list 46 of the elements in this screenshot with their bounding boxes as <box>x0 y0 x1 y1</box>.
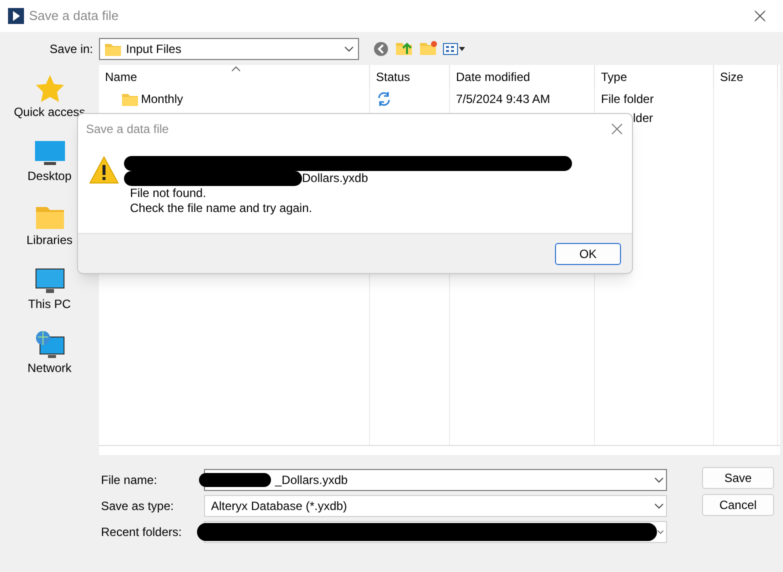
sidebar-item[interactable]: This PC <box>2 265 98 313</box>
sync-arrows-icon <box>376 90 392 106</box>
star-icon <box>34 73 66 103</box>
field-label: Recent folders: <box>100 524 183 541</box>
column-header[interactable]: Status <box>370 65 450 89</box>
chevron-down-icon <box>657 529 664 535</box>
app-logo-icon <box>8 8 24 24</box>
column-header[interactable]: Name <box>99 65 370 89</box>
column-header[interactable]: Date modified <box>450 65 595 89</box>
field-label: Save in: <box>48 41 94 58</box>
new-folder-icon <box>419 40 437 58</box>
folder-icon <box>104 41 122 57</box>
table-cell: File folder <box>601 92 654 106</box>
file-type-dropdown[interactable]: Alteryx Database (*.yxdb) <box>204 495 667 517</box>
file-name-text: Dollars.yxdb <box>302 171 368 186</box>
file-name[interactable]: Monthly <box>141 90 184 108</box>
field-label: Save as type: <box>100 498 175 515</box>
column-header[interactable]: Size <box>714 65 778 89</box>
ok-button[interactable]: OK <box>555 242 621 264</box>
chevron-down-icon <box>654 477 664 483</box>
new-folder-button[interactable] <box>419 40 437 58</box>
globe-monitor-icon <box>34 329 66 359</box>
view-grid-icon <box>443 43 465 55</box>
close-icon <box>611 123 623 135</box>
message-text: File not found. <box>130 186 206 200</box>
sidebar-item[interactable]: Network <box>2 329 98 377</box>
dialog-button[interactable]: Cancel <box>702 494 774 516</box>
sort-caret-icon <box>231 66 241 72</box>
chevron-down-icon <box>654 503 664 509</box>
table-cell: lder <box>633 110 654 124</box>
chevron-down-icon <box>344 46 354 52</box>
close-icon <box>754 10 766 22</box>
column-header[interactable]: Type <box>595 65 714 89</box>
field-label: File name: <box>100 472 158 489</box>
warning-icon <box>89 156 119 184</box>
window-title: Save a data file <box>29 7 119 26</box>
dialog-title: Save a data file <box>86 121 170 138</box>
up-folder-button[interactable] <box>395 40 413 58</box>
table-cell: 7/5/2024 9:43 AM <box>456 92 550 106</box>
message-text: Check the file name and try again. <box>130 201 312 215</box>
view-menu-button[interactable] <box>443 43 465 55</box>
folder-up-arrow-icon <box>395 40 413 58</box>
back-button[interactable] <box>373 41 389 57</box>
sidebar-item[interactable]: Desktop <box>2 137 98 185</box>
save-in-dropdown[interactable]: Input Files <box>99 38 359 60</box>
dialog-button[interactable]: Save <box>702 467 774 489</box>
